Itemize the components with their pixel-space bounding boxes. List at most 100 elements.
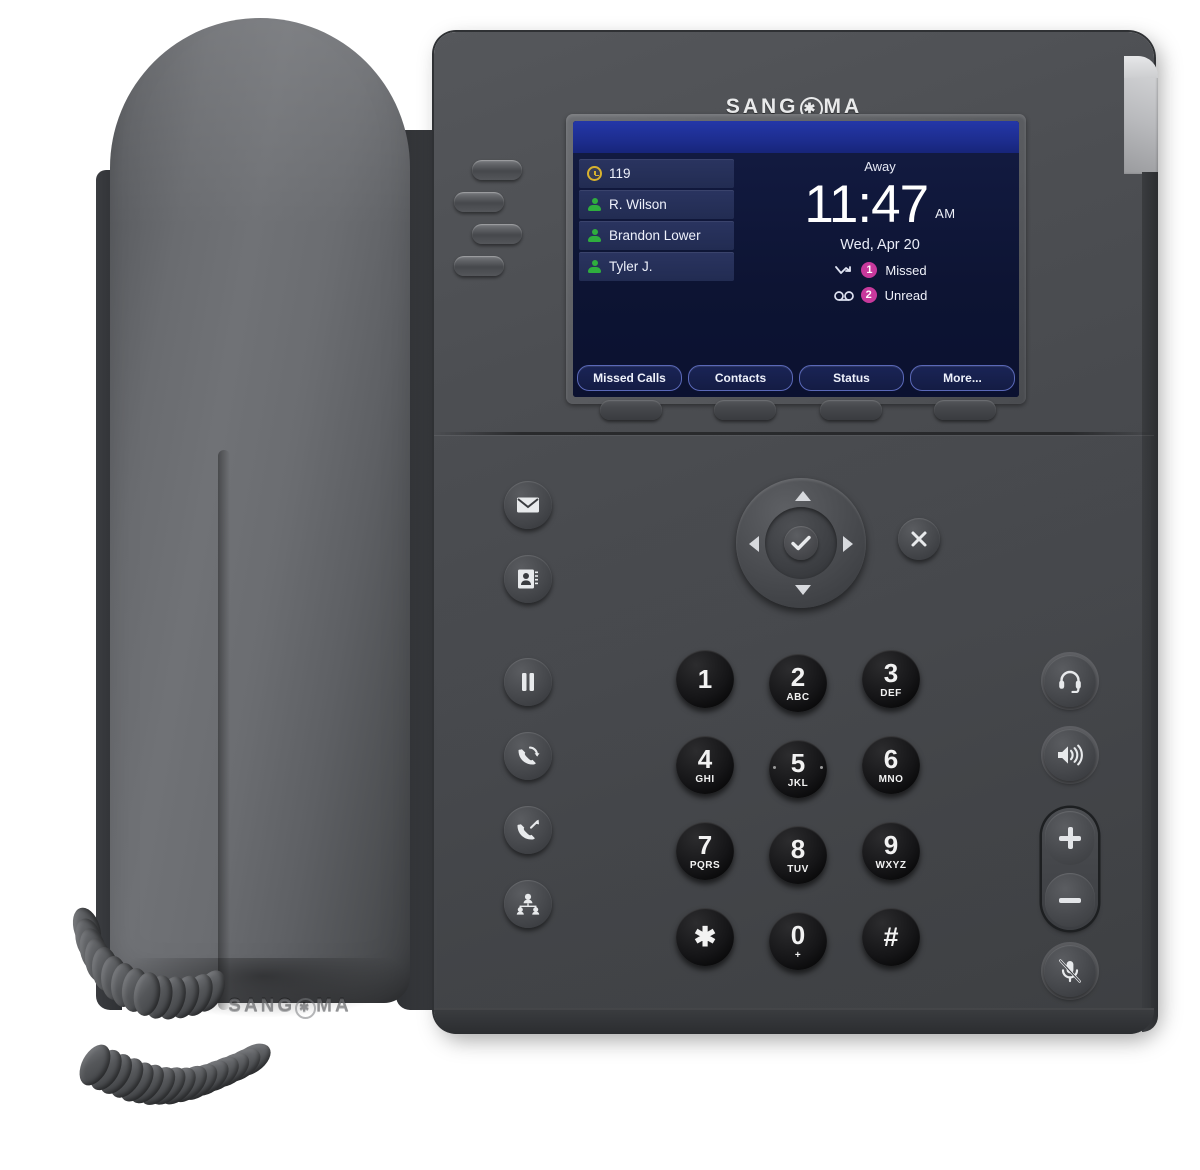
line-key-button-1[interactable] [472, 160, 522, 180]
base-brand-logo: SANG ✱ MA [205, 994, 375, 1020]
mute-button[interactable] [1044, 945, 1096, 997]
headset-button[interactable] [1044, 655, 1096, 707]
volume-down-button[interactable] [1045, 873, 1095, 927]
key-7[interactable]: 7 PQRS [676, 822, 734, 880]
key-letters: TUV [787, 863, 809, 875]
voicemail-button[interactable] [504, 481, 552, 529]
volume-rocker[interactable] [1042, 808, 1098, 930]
key-3[interactable]: 3 DEF [862, 650, 920, 708]
key-digit: 2 [790, 661, 806, 692]
handset[interactable] [110, 18, 410, 1010]
soft-key-hard-button-3[interactable] [820, 400, 882, 420]
key-8[interactable]: 8 TUV [769, 826, 827, 884]
screen-line-key-3[interactable]: Brandon Lower [579, 221, 734, 250]
display-screen[interactable]: 119 R. Wilson Brandon Lower Tyler J. Awa… [573, 121, 1019, 397]
navigation-pad[interactable] [736, 478, 866, 608]
key-letters: DEF [880, 687, 902, 699]
key-digit: 1 [697, 664, 713, 694]
volume-up-button[interactable] [1045, 811, 1095, 865]
line-key-button-2[interactable] [454, 192, 504, 212]
soft-key-missed-calls[interactable]: Missed Calls [577, 365, 682, 391]
screen-soft-key-bar: Missed Calls Contacts Status More... [577, 365, 1015, 391]
missed-call-icon [833, 263, 853, 277]
voicemail-notification[interactable]: 2 Unread [741, 287, 1019, 304]
missed-label: Missed [885, 262, 927, 278]
redial-button[interactable] [504, 732, 552, 780]
key-star[interactable]: ✱ [676, 908, 734, 966]
base-brand-part-2: MA [316, 996, 352, 1017]
soft-key-hard-button-2[interactable] [714, 400, 776, 420]
key-digit: ✱ [693, 921, 717, 952]
envelope-icon [517, 497, 539, 513]
voicemail-icon [833, 288, 854, 302]
handset-transfer-icon [517, 819, 539, 840]
key-digit: 8 [790, 833, 806, 864]
select-button[interactable] [784, 526, 818, 560]
microphone-muted-icon [1059, 959, 1081, 983]
line-key-label: 119 [609, 166, 631, 181]
key-letters: MNO [878, 773, 904, 785]
presence-status-text: Away [864, 159, 896, 174]
pause-icon [522, 673, 534, 691]
line-key-button-4[interactable] [454, 256, 504, 276]
presence-available-icon [587, 259, 602, 274]
key-4[interactable]: 4 GHI [676, 736, 734, 794]
speakerphone-button[interactable] [1044, 729, 1096, 781]
soft-key-more[interactable]: More... [910, 365, 1015, 391]
x-icon [911, 531, 927, 547]
screen-status-bar [573, 121, 1019, 153]
people-group-icon [516, 893, 540, 915]
line-key-label: Tyler J. [609, 259, 653, 274]
key-digit: 4 [697, 743, 713, 774]
clock-meridiem: AM [935, 206, 956, 222]
soft-key-hard-button-4[interactable] [934, 400, 996, 420]
key-digit: # [883, 921, 899, 952]
key-digit: 0 [790, 919, 806, 950]
screen-line-key-2[interactable]: R. Wilson [579, 190, 734, 219]
contact-card-icon [518, 569, 538, 589]
clock-date: Wed, Apr 20 [840, 237, 920, 254]
missed-calls-notification[interactable]: 1 Missed [741, 262, 1019, 279]
dial-keypad: 1 2 ABC 3 DEF 4 GHI 5 JKL 6 MNO 7 PQRS 8… [662, 650, 942, 970]
screen-line-key-1[interactable]: 119 [579, 159, 734, 188]
unread-count-badge: 2 [860, 287, 877, 304]
nav-left-icon[interactable] [749, 536, 759, 552]
directory-button[interactable] [504, 555, 552, 603]
key-digit: 5 [790, 747, 806, 778]
checkmark-icon [791, 535, 811, 551]
nav-down-icon[interactable] [795, 585, 811, 595]
key-6[interactable]: 6 MNO [862, 736, 920, 794]
conference-button[interactable] [504, 880, 552, 928]
key-1[interactable]: 1 [676, 650, 734, 708]
asterisk-in-circle-icon: ✱ [295, 997, 317, 1019]
key-letters: ABC [786, 691, 810, 703]
cancel-button[interactable] [898, 518, 940, 560]
corner-accent-cap [1124, 56, 1158, 78]
missed-count-badge: 1 [861, 262, 878, 279]
key-digit: 3 [883, 657, 899, 688]
minus-icon [1059, 897, 1081, 903]
screen-line-key-4[interactable]: Tyler J. [579, 252, 734, 281]
soft-key-contacts[interactable]: Contacts [688, 365, 793, 391]
key-digit: 9 [883, 829, 899, 860]
screen-info-panel: Away 11:47 AM Wed, Apr 20 1 Missed 2 Unr… [741, 155, 1019, 351]
hold-button[interactable] [504, 658, 552, 706]
soft-key-status[interactable]: Status [799, 365, 904, 391]
key-9[interactable]: 9 WXYZ [862, 822, 920, 880]
screen-line-key-list: 119 R. Wilson Brandon Lower Tyler J. [579, 159, 734, 283]
line-key-button-3[interactable] [472, 224, 522, 244]
key-letters: JKL [787, 777, 809, 789]
soft-key-hard-button-1[interactable] [600, 400, 662, 420]
clock-time: 11:47 [804, 175, 929, 234]
clock-icon [587, 166, 602, 181]
key-0[interactable]: 0 + [769, 912, 827, 970]
presence-available-icon [587, 197, 602, 212]
key-pound[interactable]: # [862, 908, 920, 966]
key-letters: PQRS [689, 859, 721, 871]
nav-right-icon[interactable] [843, 536, 853, 552]
nav-up-icon[interactable] [795, 491, 811, 501]
phone-product-photo: SANG ✱ MA 119 R. Wilson Brandon Lower Ty… [0, 0, 1200, 1170]
key-5[interactable]: 5 JKL [769, 740, 827, 798]
transfer-button[interactable] [504, 806, 552, 854]
key-2[interactable]: 2 ABC [769, 654, 827, 712]
